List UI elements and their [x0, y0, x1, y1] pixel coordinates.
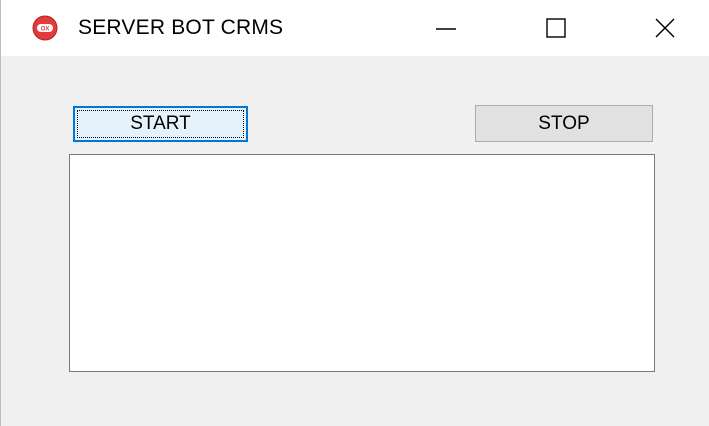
window-title: SERVER BOT CRMS: [78, 16, 284, 39]
title-bar[interactable]: OX SERVER BOT CRMS: [1, 0, 709, 56]
minimize-button[interactable]: [401, 0, 491, 56]
client-area: START STOP: [1, 56, 709, 426]
log-textbox[interactable]: [69, 154, 655, 372]
maximize-icon: [546, 18, 566, 38]
close-button[interactable]: [620, 0, 709, 56]
maximize-button[interactable]: [511, 0, 601, 56]
close-icon: [655, 18, 675, 38]
start-button[interactable]: START: [73, 106, 248, 142]
svg-text:OX: OX: [41, 27, 50, 33]
stop-button[interactable]: STOP: [475, 105, 653, 142]
app-window: OX SERVER BOT CRMS START STOP: [0, 0, 709, 426]
app-icon: OX: [32, 15, 58, 41]
minimize-icon: [436, 28, 456, 30]
